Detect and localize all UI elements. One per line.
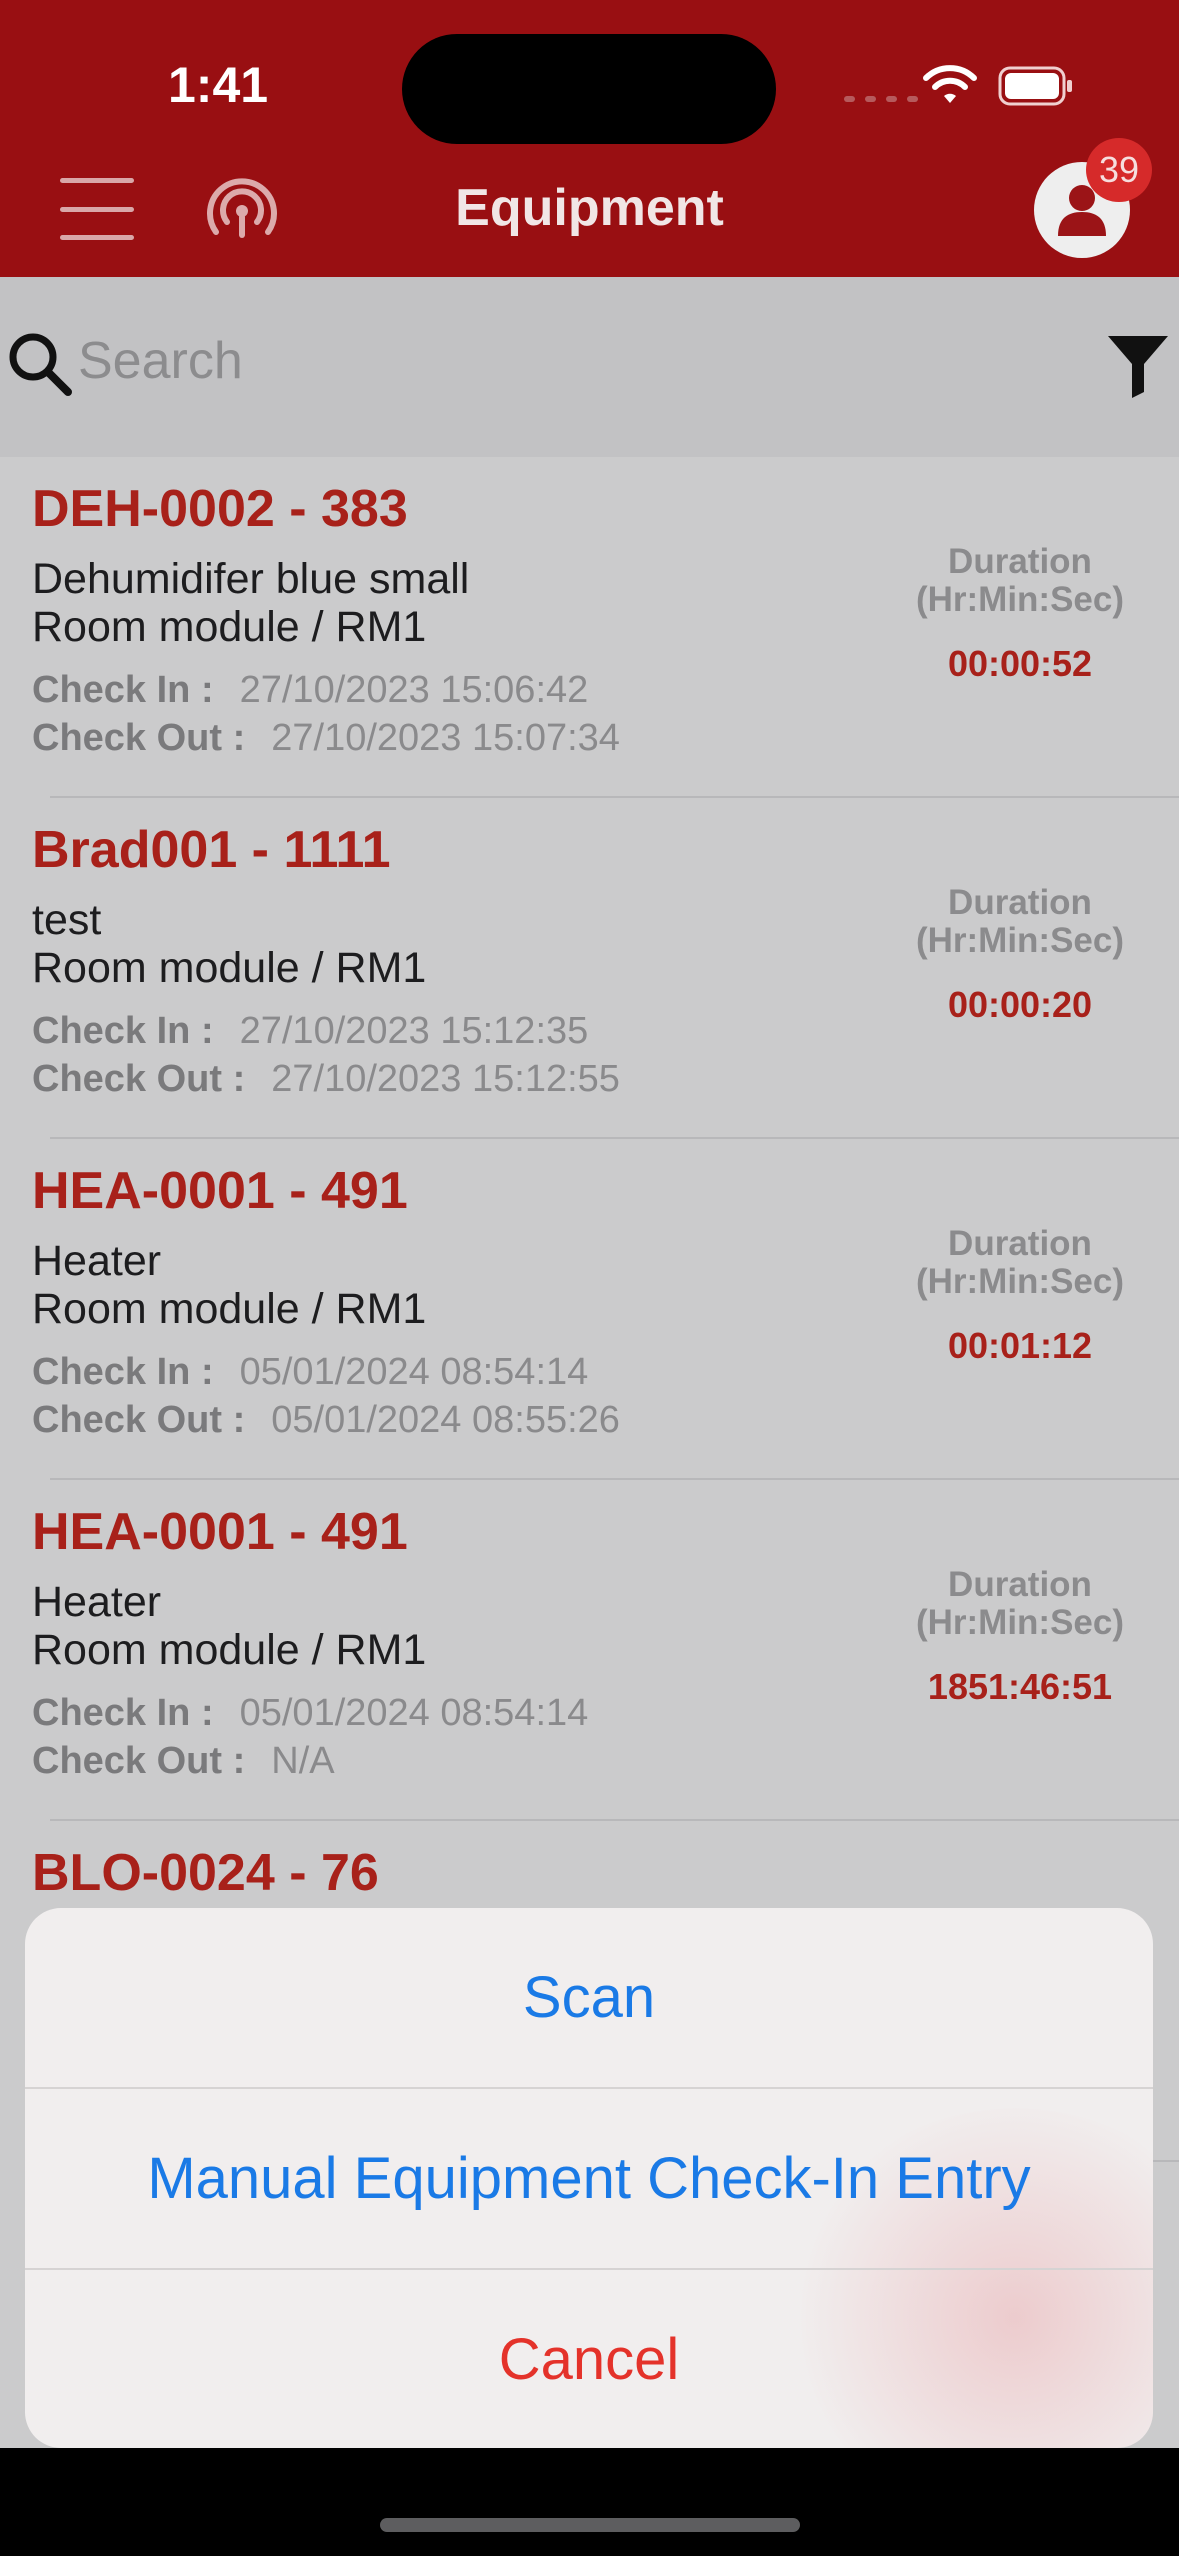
duration-label: Duration (948, 542, 1092, 581)
equipment-list: DEH-0002 - 383 Dehumidifer blue small Ro… (0, 457, 1179, 2162)
duration-value: 00:01:12 (947, 1325, 1093, 1366)
duration-label: Duration (948, 883, 1092, 922)
duration-units-label: (Hr:Min:Sec) (915, 1262, 1125, 1301)
duration-block: Duration (Hr:Min:Sec) 00:01:12 (880, 1225, 1160, 1367)
action-sheet: Scan Manual Equipment Check-In Entry Can… (25, 1908, 1153, 2448)
check-in-label: Check In : (32, 1010, 214, 1052)
cellular-signal-icon (844, 96, 918, 102)
check-out-value: 27/10/2023 15:07:34 (271, 717, 620, 759)
check-in-value: 27/10/2023 15:06:42 (239, 669, 589, 711)
app-screen: 1:41 Equipment 39 Search DEH-0002 - 383 … (0, 0, 1179, 2448)
battery-icon (998, 66, 1072, 106)
search-input[interactable] (78, 326, 978, 396)
equipment-location: Room module / RM1 (32, 1626, 427, 1674)
list-item[interactable]: HEA-0001 - 491 Heater Room module / RM1 … (0, 1139, 1179, 1480)
duration-units-label: (Hr:Min:Sec) (915, 1603, 1125, 1642)
equipment-title: DEH-0002 - 383 (32, 480, 408, 538)
duration-value: 00:00:52 (947, 643, 1093, 684)
check-in-value: 05/01/2024 08:54:14 (239, 1692, 589, 1734)
equipment-title: HEA-0001 - 491 (32, 1162, 408, 1220)
manual-check-in-button[interactable]: Manual Equipment Check-In Entry (25, 2089, 1153, 2268)
duration-value: 1851:46:51 (927, 1666, 1113, 1707)
equipment-name: test (32, 896, 102, 944)
check-in-line: Check In : 05/01/2024 08:54:14 (32, 1692, 588, 1735)
duration-units-label: (Hr:Min:Sec) (915, 921, 1125, 960)
check-in-value: 05/01/2024 08:54:14 (239, 1351, 589, 1393)
filter-icon[interactable] (1106, 334, 1170, 398)
duration-units-label: (Hr:Min:Sec) (915, 580, 1125, 619)
check-in-label: Check In : (32, 1351, 214, 1393)
scan-button[interactable]: Scan (25, 1908, 1153, 2087)
check-in-value: 27/10/2023 15:12:35 (239, 1010, 589, 1052)
check-out-label: Check Out : (32, 1058, 246, 1100)
duration-block: Duration (Hr:Min:Sec) 00:00:52 (880, 543, 1160, 685)
check-in-line: Check In : 27/10/2023 15:12:35 (32, 1010, 588, 1053)
equipment-title: Brad001 - 1111 (32, 821, 391, 879)
status-time: 1:41 (168, 57, 269, 113)
check-in-label: Check In : (32, 1692, 214, 1734)
duration-block: Duration (Hr:Min:Sec) 1851:46:51 (880, 1566, 1160, 1708)
equipment-location: Room module / RM1 (32, 603, 427, 651)
equipment-title: BLO-0024 - 76 (32, 1844, 379, 1902)
check-out-line: Check Out : 27/10/2023 15:07:34 (32, 717, 620, 760)
check-out-value: 05/01/2024 08:55:26 (271, 1399, 620, 1441)
check-out-line: Check Out : 27/10/2023 15:12:55 (32, 1058, 620, 1101)
equipment-location: Room module / RM1 (32, 944, 427, 992)
equipment-name: Heater (32, 1237, 162, 1285)
check-out-line: Check Out : 05/01/2024 08:55:26 (32, 1399, 620, 1442)
equipment-name: Dehumidifer blue small (32, 555, 470, 603)
check-out-label: Check Out : (32, 717, 246, 759)
list-item[interactable]: HEA-0001 - 491 Heater Room module / RM1 … (0, 1480, 1179, 1821)
equipment-location: Room module / RM1 (32, 1285, 427, 1333)
equipment-title: HEA-0001 - 491 (32, 1503, 408, 1561)
home-indicator[interactable] (380, 2518, 800, 2532)
check-out-label: Check Out : (32, 1740, 246, 1782)
list-item[interactable]: Brad001 - 1111 test Room module / RM1 Ch… (0, 798, 1179, 1139)
navigation-header: 1:41 Equipment 39 (0, 0, 1179, 277)
dynamic-island (402, 34, 776, 144)
check-in-line: Check In : 05/01/2024 08:54:14 (32, 1351, 588, 1394)
list-item[interactable]: DEH-0002 - 383 Dehumidifer blue small Ro… (0, 457, 1179, 798)
duration-value: 00:00:20 (947, 984, 1093, 1025)
duration-label: Duration (948, 1565, 1092, 1604)
check-out-value: 27/10/2023 15:12:55 (271, 1058, 620, 1100)
duration-block: Duration (Hr:Min:Sec) 00:00:20 (880, 884, 1160, 1026)
equipment-name: Heater (32, 1578, 162, 1626)
check-in-line: Check In : 27/10/2023 15:06:42 (32, 669, 588, 712)
check-out-label: Check Out : (32, 1399, 246, 1441)
page-title: Equipment (455, 179, 724, 237)
cancel-button[interactable]: Cancel (25, 2270, 1153, 2448)
check-out-line: Check Out : N/A (32, 1740, 335, 1783)
search-icon (9, 333, 72, 396)
check-out-value: N/A (271, 1740, 335, 1782)
duration-label: Duration (948, 1224, 1092, 1263)
notification-badge[interactable]: 39 (1086, 138, 1152, 202)
wifi-icon (923, 65, 977, 103)
check-in-label: Check In : (32, 669, 214, 711)
